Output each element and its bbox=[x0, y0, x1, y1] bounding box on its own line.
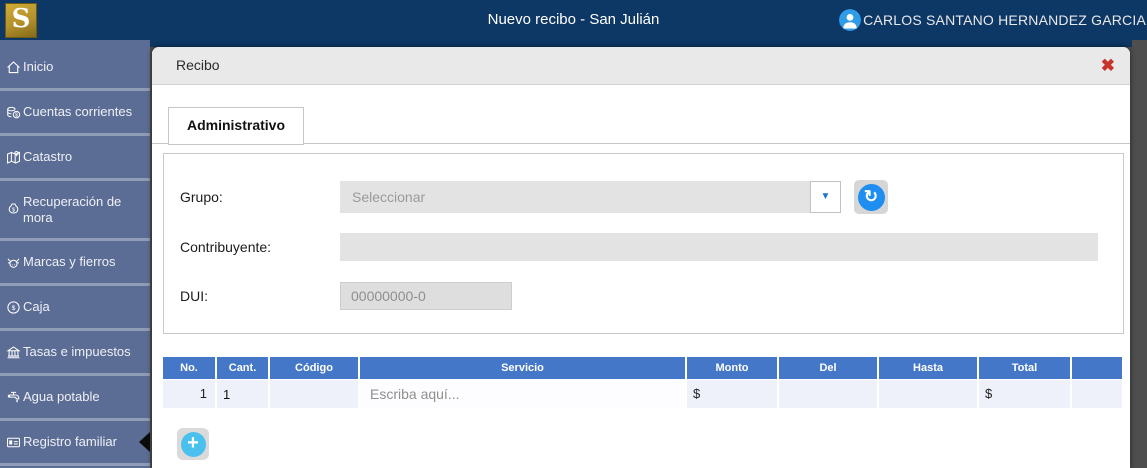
modal-titlebar: Recibo ✖ bbox=[152, 47, 1130, 85]
cell-servicio bbox=[360, 380, 685, 408]
sidebar-item-label: Tasas e impuestos bbox=[23, 344, 131, 359]
cow-icon bbox=[5, 254, 22, 271]
refresh-grupos-button[interactable]: ↻ bbox=[854, 180, 888, 214]
contribuyente-label: Contribuyente: bbox=[180, 239, 272, 255]
sidebar-item-inicio[interactable]: Inicio bbox=[0, 46, 150, 91]
svg-text:$: $ bbox=[15, 112, 18, 118]
column-header-actions bbox=[1072, 357, 1122, 379]
dui-input[interactable] bbox=[340, 282, 512, 310]
table-row: 1 $ $ bbox=[163, 380, 1122, 408]
column-header-codigo: Código bbox=[270, 357, 358, 379]
monto-currency-symbol: $ bbox=[693, 386, 701, 401]
column-header-del: Del bbox=[779, 357, 877, 379]
sidebar-item-label: Caja bbox=[23, 299, 50, 314]
cell-total: $ bbox=[979, 380, 1070, 408]
user-name: CARLOS SANTANO HERNANDEZ GARCIA bbox=[863, 12, 1146, 28]
svg-text:$: $ bbox=[12, 207, 15, 213]
id-card-icon bbox=[5, 434, 22, 451]
sidebar-item-label: Recuperación de mora bbox=[23, 193, 122, 225]
grupo-selected-value: Seleccionar bbox=[352, 189, 426, 205]
money-bag-icon: $ bbox=[5, 201, 22, 218]
sidebar-item-label: Registro familiar bbox=[23, 434, 117, 449]
sidebar-item-agua-potable[interactable]: Agua potable bbox=[0, 376, 150, 421]
sidebar-item-label: Inicio bbox=[23, 59, 54, 74]
active-item-arrow-icon bbox=[139, 432, 150, 452]
bank-icon bbox=[5, 344, 22, 361]
column-header-hasta: Hasta bbox=[879, 357, 977, 379]
total-currency-symbol: $ bbox=[985, 386, 993, 401]
table-header-row: No. Cant. Código Servicio Monto Del Hast… bbox=[163, 357, 1122, 379]
column-header-monto: Monto bbox=[687, 357, 777, 379]
sidebar-item-label: Marcas y fierros bbox=[23, 254, 116, 269]
column-header-servicio: Servicio bbox=[360, 357, 685, 379]
sidebar-item-label: Agua potable bbox=[23, 389, 100, 404]
dui-label: DUI: bbox=[180, 288, 208, 304]
map-pin-icon bbox=[5, 149, 22, 166]
close-icon[interactable]: ✖ bbox=[1101, 47, 1115, 84]
column-header-cant: Cant. bbox=[217, 357, 268, 379]
coins-icon: $ bbox=[5, 104, 22, 121]
recibo-modal: Recibo ✖ Administrativo Grupo: Seleccion… bbox=[152, 47, 1130, 468]
user-menu[interactable]: CARLOS SANTANO HERNANDEZ GARCIA bbox=[839, 0, 1146, 40]
sidebar-item-label: Cuentas corrientes bbox=[23, 104, 133, 119]
cell-no: 1 bbox=[163, 380, 215, 408]
cant-input[interactable] bbox=[217, 380, 268, 408]
plus-icon: + bbox=[180, 431, 206, 457]
cell-codigo bbox=[270, 380, 358, 408]
servicio-input[interactable] bbox=[360, 380, 685, 408]
sidebar-item-tasas-e-impuestos[interactable]: Tasas e impuestos bbox=[0, 331, 150, 376]
cell-hasta bbox=[879, 380, 977, 408]
sidebar-item-label: Catastro bbox=[23, 149, 73, 164]
cell-cant bbox=[217, 380, 268, 408]
chevron-down-icon[interactable]: ▼ bbox=[810, 181, 841, 213]
cell-del bbox=[779, 380, 877, 408]
app-header: S Nuevo recibo - San Julián CARLOS SANTA… bbox=[0, 0, 1147, 40]
sidebar-item-catastro[interactable]: Catastro bbox=[0, 136, 150, 181]
sidebar-item-registro-familiar[interactable]: Registro familiar bbox=[0, 421, 150, 466]
sidebar-item-marcas-y-fierros[interactable]: Marcas y fierros bbox=[0, 241, 150, 286]
column-header-no: No. bbox=[163, 357, 215, 379]
add-row-button[interactable]: + bbox=[177, 428, 209, 460]
refresh-icon: ↻ bbox=[857, 183, 885, 211]
sidebar-item-caja[interactable]: $ Caja bbox=[0, 286, 150, 331]
grupo-label: Grupo: bbox=[180, 189, 223, 205]
cell-actions bbox=[1072, 380, 1122, 408]
modal-title: Recibo bbox=[176, 57, 220, 73]
dollar-circle-icon: $ bbox=[5, 299, 22, 316]
faucet-icon bbox=[5, 389, 22, 406]
sidebar: Inicio $ Cuentas corrientes Catastro $ R… bbox=[0, 40, 150, 468]
svg-text:$: $ bbox=[12, 304, 16, 311]
column-header-total: Total bbox=[979, 357, 1070, 379]
recibo-form-panel: Grupo: Seleccionar ▼ ↻ Contribuyente: DU… bbox=[163, 153, 1124, 334]
grupo-select[interactable]: Seleccionar bbox=[340, 181, 810, 213]
header-bottom-strip bbox=[150, 40, 1132, 47]
sidebar-item-recuperacion-de-mora[interactable]: $ Recuperación de mora bbox=[0, 181, 150, 241]
tab-administrativo[interactable]: Administrativo bbox=[168, 107, 304, 145]
sidebar-item-cuentas-corrientes[interactable]: $ Cuentas corrientes bbox=[0, 91, 150, 136]
cell-monto: $ bbox=[687, 380, 777, 408]
servicios-table: No. Cant. Código Servicio Monto Del Hast… bbox=[163, 357, 1122, 408]
user-avatar-icon bbox=[839, 9, 862, 31]
home-icon bbox=[5, 59, 22, 76]
contribuyente-input[interactable] bbox=[340, 233, 1098, 261]
